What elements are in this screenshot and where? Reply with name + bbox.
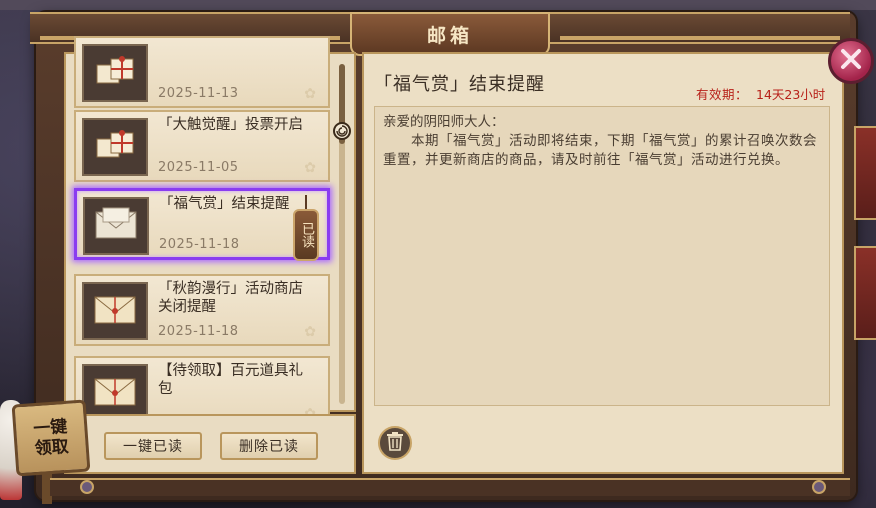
- mail-item-title: 「福气赏」结束提醒: [159, 196, 290, 212]
- mail-list-item[interactable]: 「秋韵漫行」活动商店关闭提醒 2025-11-18 ✿: [74, 274, 330, 346]
- mail-item-date: 2025-11-13: [158, 86, 239, 101]
- gift-package-icon: [93, 51, 137, 95]
- mail-item-title: 「大触觉醒」投票开启: [158, 117, 303, 133]
- read-status-tag: 已读: [293, 209, 319, 261]
- title-plate: 邮箱: [350, 12, 550, 56]
- mail-list-item[interactable]: 「大触觉醒」投票开启 2025-11-05 ✿: [74, 110, 330, 182]
- mail-list-item[interactable]: 2025-11-13 ✿: [74, 36, 330, 108]
- mail-thumbnail: [82, 282, 148, 340]
- delete-mail-button[interactable]: [378, 426, 412, 460]
- mail-greeting: 亲爱的阴阳师大人：: [383, 114, 505, 130]
- mail-item-title: 「秋韵漫行」活动商店关闭提醒: [158, 281, 303, 315]
- mail-thumbnail: [83, 197, 149, 255]
- flower-ornament-icon: ✿: [304, 160, 316, 176]
- close-icon: [839, 47, 863, 75]
- mail-body: 本期「福气赏」活动即将结束，下期「福气赏」的累计召唤次数会重置，并更新商店的商品…: [383, 133, 817, 168]
- side-tab-1[interactable]: [854, 126, 876, 220]
- side-tab-2[interactable]: [854, 246, 876, 340]
- letter-sealed-icon: [92, 373, 138, 413]
- bottom-rail: [50, 478, 850, 496]
- mail-item-date: 2025-11-18: [159, 237, 240, 252]
- title-deco-right: [560, 36, 840, 40]
- mail-item-date: 2025-11-18: [158, 324, 239, 339]
- claim-all-button[interactable]: 一键领取: [11, 399, 91, 477]
- mail-list-item[interactable]: 「福气赏」结束提醒 2025-11-18 已读: [74, 188, 330, 261]
- mail-item-date: 2025-11-05: [158, 160, 239, 175]
- mail-detail-title: 「福气赏」结束提醒: [374, 74, 545, 95]
- mail-thumbnail: [82, 118, 148, 176]
- scroll-knob-icon[interactable]: [333, 122, 351, 140]
- close-button[interactable]: [828, 38, 874, 84]
- background-top-strip: [0, 0, 876, 10]
- letter-sealed-icon: [92, 291, 138, 331]
- claim-all-label: 一键领取: [32, 416, 70, 460]
- mail-thumbnail: [82, 44, 148, 102]
- gift-package-icon: [93, 125, 137, 169]
- delete-read-button[interactable]: 删除已读: [220, 432, 318, 460]
- expiry-value: 14天23小时: [756, 87, 826, 102]
- rail-ornament-left: [80, 480, 94, 494]
- expiry-label: 有效期：: [696, 87, 749, 102]
- letter-open-icon: [93, 206, 139, 246]
- rail-ornament-right: [812, 480, 826, 494]
- flower-ornament-icon: ✿: [304, 324, 316, 340]
- mail-content-box: 亲爱的阴阳师大人： 本期「福气赏」活动即将结束，下期「福气赏」的累计召唤次数会重…: [374, 106, 830, 406]
- mail-item-title: 【待领取】百元道具礼包: [158, 363, 303, 397]
- flower-ornament-icon: ✿: [304, 86, 316, 102]
- read-all-button[interactable]: 一键已读: [104, 432, 202, 460]
- trash-icon: [386, 431, 404, 455]
- window-title: 邮箱: [426, 24, 473, 47]
